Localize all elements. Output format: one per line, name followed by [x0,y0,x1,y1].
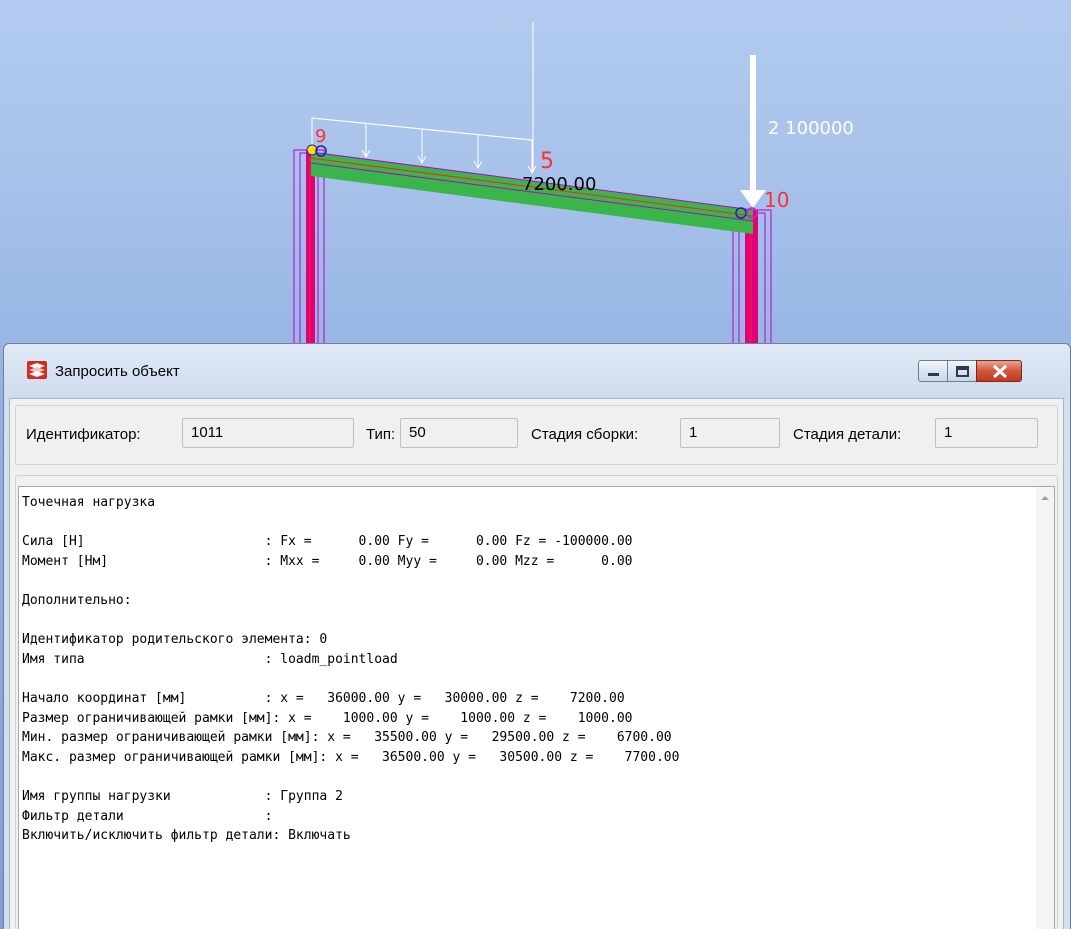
vertical-scrollbar[interactable] [1036,486,1055,929]
dialog-body: Идентификатор: 1011 Тип: 50 Стадия сборк… [9,398,1064,929]
part-stage-field[interactable]: 1 [935,418,1038,448]
part-stage-label: Стадия детали: [793,426,902,443]
id-field[interactable]: 1011 [182,418,354,448]
report-panel: Точечная нагрузка Сила [Н] : Fx = 0.00 F… [15,475,1058,929]
close-button[interactable] [976,360,1022,382]
point-load-arrow[interactable] [740,55,766,208]
type-label: Тип: [366,426,396,443]
node-9-label: 9 [315,126,326,147]
left-column[interactable] [293,149,325,354]
scroll-up-arrow-icon[interactable] [1038,491,1052,505]
dialog-title: Запросить объект [55,363,180,380]
load-magnitude-label: 2 100000 [768,118,854,139]
report-text[interactable]: Точечная нагрузка Сила [Н] : Fx = 0.00 F… [19,487,1036,846]
node-5-label: 5 [540,149,554,174]
inquire-object-dialog: Запросить объект Идентификатор: 1011 Тип… [3,343,1071,929]
tekla-app-icon[interactable] [27,361,47,379]
object-properties-fields: Идентификатор: 1011 Тип: 50 Стадия сборк… [15,405,1058,465]
minimize-button[interactable] [918,360,948,382]
assembly-stage-field[interactable]: 1 [680,418,780,448]
distributed-load-outline[interactable] [311,22,537,175]
close-icon [992,364,1008,379]
assembly-stage-label: Стадия сборки: [531,426,639,443]
report-textarea[interactable]: Точечная нагрузка Сила [Н] : Fx = 0.00 F… [18,486,1037,929]
maximize-button[interactable] [947,360,977,382]
maximize-icon [956,366,969,377]
minimize-icon [928,373,939,376]
node-10-label: 10 [764,188,789,212]
type-field[interactable]: 50 [400,418,518,448]
id-label: Идентификатор: [26,426,141,443]
dimension-label: 7200.00 [522,174,596,195]
dialog-titlebar[interactable]: Запросить объект [4,344,1070,398]
